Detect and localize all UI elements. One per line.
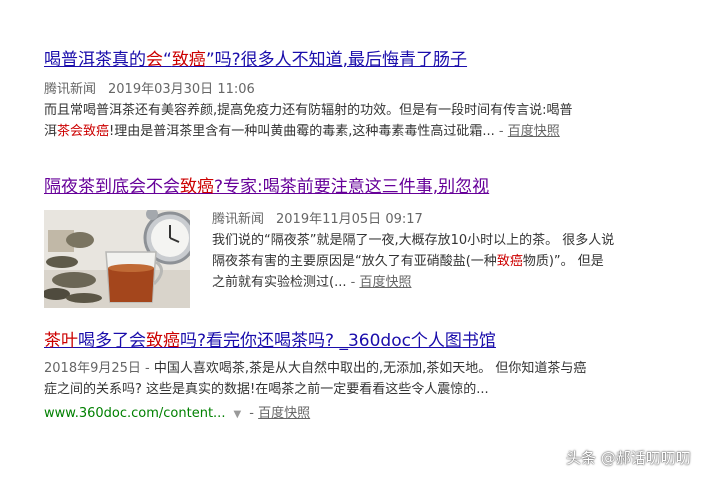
snippet-text: 之前就有实验检测过(... <box>212 275 347 290</box>
baidu-snapshot-link[interactable]: 百度快照 <box>258 406 310 421</box>
snippet-line: 而且常喝普洱茶还有美容养颜,提高免疫力还有防辐射的功效。但是有一段时间有传言说:… <box>44 103 573 118</box>
search-result-3: 茶叶喝多了会致癌吗?看完你还喝茶吗? _360doc个人图书馆 2018年9月2… <box>44 330 586 425</box>
separator: - <box>140 361 154 376</box>
chevron-down-icon[interactable]: ▼ <box>233 409 241 420</box>
toutiao-watermark: 头条 @郝话叨叨叨 <box>566 449 691 467</box>
snippet-text: 隔夜茶有害的主要原因是“放久了有亚硝酸盐(一种 <box>212 254 497 269</box>
baidu-snapshot-link[interactable]: 百度快照 <box>359 275 411 290</box>
title-text: 喝普洱茶真的 <box>44 50 146 70</box>
title-highlight: 致癌 <box>180 177 214 197</box>
result-2-snippet: 我们说的“隔夜茶”就是隔了一夜,大概存放10小时以上的茶。 很多人说 隔夜茶有害… <box>212 230 614 293</box>
title-text: “ <box>163 50 172 70</box>
title-highlight: 茶叶 <box>44 331 78 351</box>
title-text: 吗?看完你还喝茶吗? _360doc个人图书馆 <box>180 331 496 351</box>
separator: - <box>494 124 508 139</box>
snippet-text: !理由是普洱茶里含有一种叫黄曲霉的毒素,这种毒素毒性高过砒霜... <box>109 124 495 139</box>
result-source: 腾讯新闻 <box>44 82 97 97</box>
separator: - <box>346 275 360 290</box>
result-date: 2018年9月25日 <box>44 361 141 376</box>
separator: - <box>245 406 259 421</box>
result-source: 腾讯新闻 <box>212 212 265 227</box>
result-2-meta: 腾讯新闻 2019年11月05日 09:17 <box>212 210 614 230</box>
teacup-clock-illustration <box>44 210 190 308</box>
result-3-snippet: 2018年9月25日 - 中国人喜欢喝茶,茶是从大自然中取出的,无添加,茶如天地… <box>44 358 586 400</box>
snippet-line: 2018年9月25日 - 中国人喜欢喝茶,茶是从大自然中取出的,无添加,茶如天地… <box>44 358 586 379</box>
result-3-url-row: www.360doc.com/content... ▼ - 百度快照 <box>44 404 586 425</box>
search-result-1: 喝普洱茶真的会“致癌”吗?很多人不知道,最后悔青了肠子 腾讯新闻 2019年03月… <box>44 49 573 142</box>
title-highlight: 会 <box>146 50 163 70</box>
result-date: 2019年11月05日 09:17 <box>276 212 423 227</box>
result-1-meta: 腾讯新闻 2019年03月30日 11:06 <box>44 80 573 100</box>
snippet-text: 中国人喜欢喝茶,茶是从大自然中取出的,无添加,茶如天地。 但你知道茶与癌 <box>153 361 587 376</box>
result-1-snippet: 而且常喝普洱茶还有美容养颜,提高免疫力还有防辐射的功效。但是有一段时间有传言说:… <box>44 100 573 142</box>
baidu-snapshot-link[interactable]: 百度快照 <box>508 124 560 139</box>
title-highlight: 致癌 <box>146 331 180 351</box>
snippet-line: 之前就有实验检测过(... - 百度快照 <box>212 272 614 293</box>
result-1-title-link[interactable]: 喝普洱茶真的会“致癌”吗?很多人不知道,最后悔青了肠子 <box>44 49 573 71</box>
result-3-title-link[interactable]: 茶叶喝多了会致癌吗?看完你还喝茶吗? _360doc个人图书馆 <box>44 330 586 352</box>
snippet-highlight: 致癌 <box>496 254 523 269</box>
result-date: 2019年03月30日 11:06 <box>108 82 255 97</box>
snippet-line: 洱茶会致癌!理由是普洱茶里含有一种叫黄曲霉的毒素,这种毒素毒性高过砒霜... -… <box>44 121 573 142</box>
result-2-title-link[interactable]: 隔夜茶到底会不会致癌?专家:喝茶前要注意这三件事,别忽视 <box>44 176 704 198</box>
snippet-text: 物质)”。 但是 <box>522 254 604 269</box>
title-text: 喝多了会 <box>78 331 146 351</box>
snippet-line: 隔夜茶有害的主要原因是“放久了有亚硝酸盐(一种致癌物质)”。 但是 <box>212 251 614 272</box>
title-text: ”吗?很多人不知道,最后悔青了肠子 <box>205 50 468 70</box>
title-text: 隔夜茶到底会不会 <box>44 177 180 197</box>
search-result-2: 隔夜茶到底会不会致癌?专家:喝茶前要注意这三件事,别忽视 腾讯新闻 2019年1… <box>44 176 704 316</box>
result-2-text: 腾讯新闻 2019年11月05日 09:17 我们说的“隔夜茶”就是隔了一夜,大概… <box>212 210 614 293</box>
snippet-text: 洱 <box>44 124 58 139</box>
result-url-link[interactable]: www.360doc.com/content... <box>44 406 225 421</box>
result-thumbnail-image[interactable] <box>44 210 190 308</box>
snippet-highlight: 茶会致癌 <box>57 124 110 139</box>
title-text: ?专家:喝茶前要注意这三件事,别忽视 <box>214 177 490 197</box>
snippet-line: 我们说的“隔夜茶”就是隔了一夜,大概存放10小时以上的茶。 很多人说 <box>212 233 615 248</box>
title-highlight: 致癌 <box>171 50 206 70</box>
snippet-line: 症之间的关系吗? 这些是真实的数据!在喝茶之前一定要看看这些令人震惊的... <box>44 382 489 397</box>
